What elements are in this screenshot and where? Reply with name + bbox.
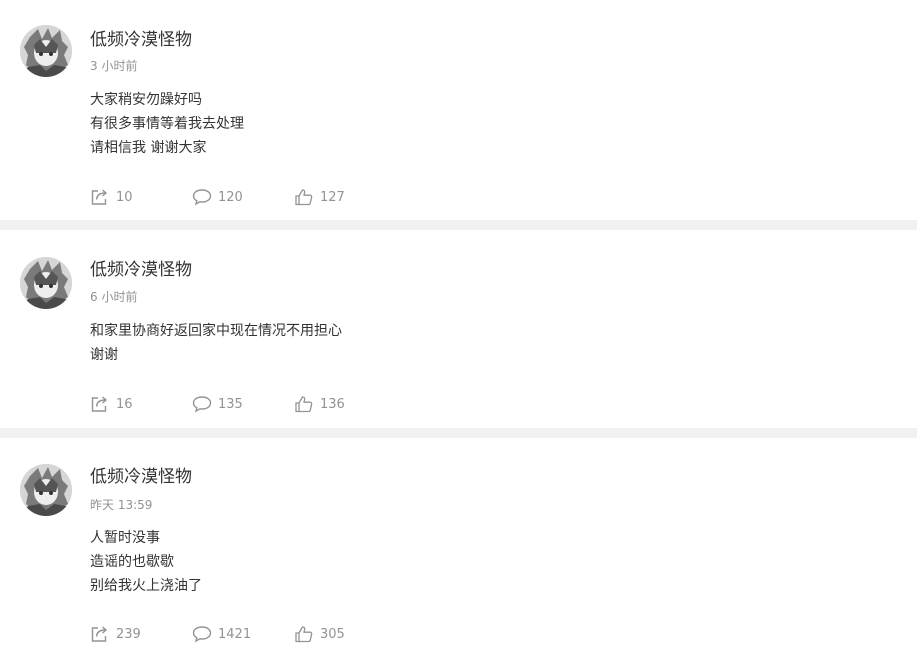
- like-count: 305: [320, 626, 345, 642]
- post-actions: 16 135 136: [90, 394, 490, 414]
- post-separator: [0, 428, 917, 438]
- thumbs-up-icon: [295, 189, 313, 206]
- comment-count: 1421: [218, 626, 252, 642]
- avatar[interactable]: [20, 257, 72, 309]
- post-card: 低频冷漠怪物 昨天 13:59 人暂时没事 造谣的也歇歇 别给我火上浇油了 23…: [0, 438, 917, 655]
- repost-button[interactable]: 10: [90, 187, 133, 207]
- like-button[interactable]: 136: [294, 394, 345, 414]
- post-content: 大家稍安勿躁好吗 有很多事情等着我去处理 请相信我 谢谢大家: [90, 88, 244, 160]
- post-content: 人暂时没事 造谣的也歇歇 别给我火上浇油了: [90, 526, 202, 598]
- post-actions: 239 1421 305: [90, 624, 490, 644]
- repost-button[interactable]: 16: [90, 394, 133, 414]
- post-separator: [0, 220, 917, 230]
- post-content: 和家里协商好返回家中现在情况不用担心 谢谢: [90, 319, 342, 367]
- like-button[interactable]: 127: [294, 187, 345, 207]
- content-line: 别给我火上浇油了: [90, 578, 202, 594]
- repost-count: 239: [116, 626, 141, 642]
- post-card: 低频冷漠怪物 6 小时前 和家里协商好返回家中现在情况不用担心 谢谢 16 13…: [0, 230, 917, 428]
- thumbs-up-icon: [295, 396, 313, 413]
- like-count: 136: [320, 396, 345, 412]
- comment-count: 135: [218, 396, 243, 412]
- post-time[interactable]: 昨天 13:59: [90, 496, 152, 514]
- comment-bubble-icon: [192, 626, 212, 643]
- author-name[interactable]: 低频冷漠怪物: [90, 465, 192, 489]
- repost-button[interactable]: 239: [90, 624, 141, 644]
- author-name[interactable]: 低频冷漠怪物: [90, 28, 192, 52]
- share-icon: [91, 189, 108, 205]
- content-line: 人暂时没事: [90, 530, 160, 546]
- avatar[interactable]: [20, 25, 72, 77]
- comment-count: 120: [218, 189, 243, 205]
- content-line: 和家里协商好返回家中现在情况不用担心: [90, 323, 342, 339]
- comment-bubble-icon: [192, 189, 212, 206]
- like-count: 127: [320, 189, 345, 205]
- author-name[interactable]: 低频冷漠怪物: [90, 258, 192, 282]
- content-line: 有很多事情等着我去处理: [90, 116, 244, 132]
- content-line: 谢谢: [90, 347, 118, 363]
- post-time[interactable]: 6 小时前: [90, 288, 137, 306]
- post-card: 低频冷漠怪物 3 小时前 大家稍安勿躁好吗 有很多事情等着我去处理 请相信我 谢…: [0, 0, 917, 220]
- post-actions: 10 120 127: [90, 187, 490, 207]
- share-icon: [91, 396, 108, 412]
- avatar[interactable]: [20, 464, 72, 516]
- repost-count: 10: [116, 189, 133, 205]
- content-line: 请相信我 谢谢大家: [90, 140, 207, 156]
- comment-button[interactable]: 135: [192, 394, 243, 414]
- post-feed: 低频冷漠怪物 3 小时前 大家稍安勿躁好吗 有很多事情等着我去处理 请相信我 谢…: [0, 0, 917, 655]
- post-time[interactable]: 3 小时前: [90, 57, 137, 75]
- comment-button[interactable]: 120: [192, 187, 243, 207]
- content-line: 大家稍安勿躁好吗: [90, 92, 202, 108]
- thumbs-up-icon: [295, 626, 313, 643]
- repost-count: 16: [116, 396, 133, 412]
- content-line: 造谣的也歇歇: [90, 554, 174, 570]
- comment-button[interactable]: 1421: [192, 624, 251, 644]
- comment-bubble-icon: [192, 396, 212, 413]
- share-icon: [91, 626, 108, 642]
- like-button[interactable]: 305: [294, 624, 345, 644]
